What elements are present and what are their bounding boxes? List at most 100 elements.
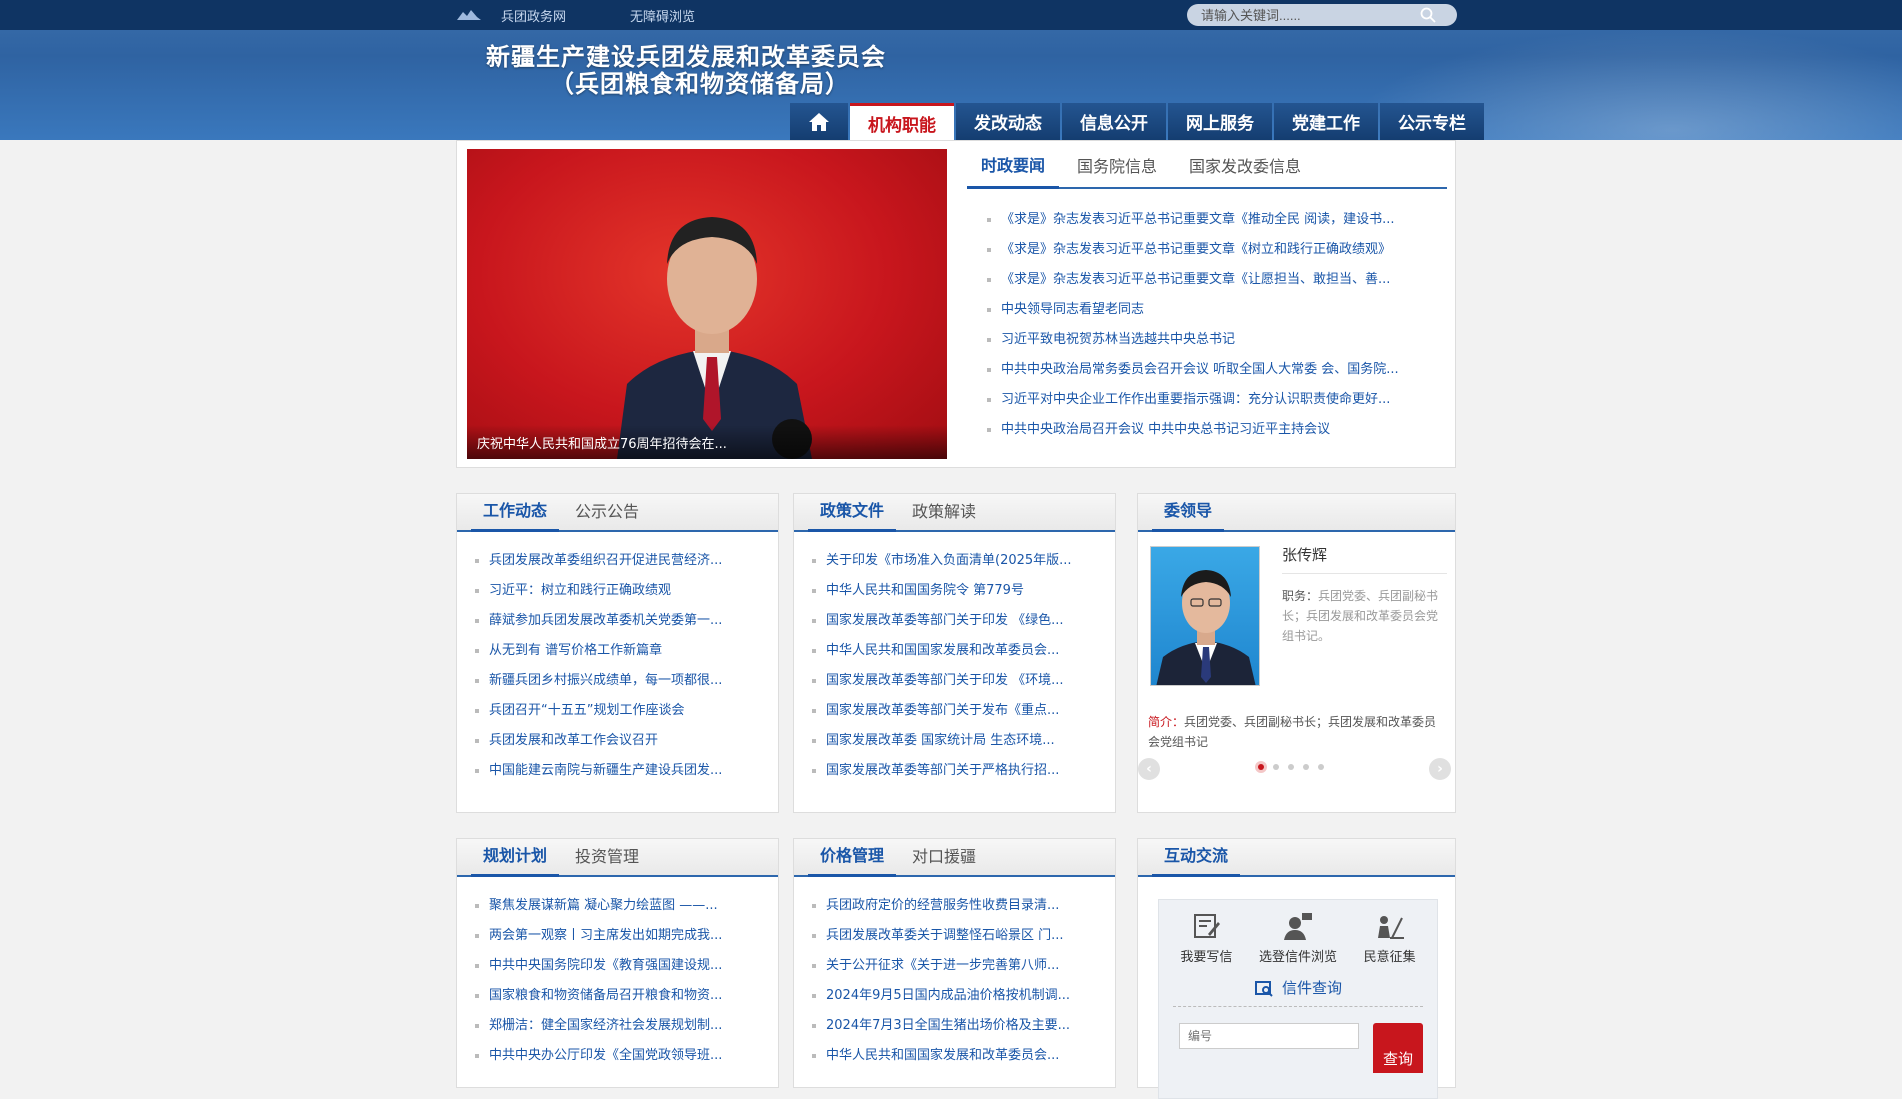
carousel-dot[interactable] [1303, 764, 1309, 770]
featured-section: 庆祝中华人民共和国成立76周年招待会在... 时政要闻 国务院信息 国家发改委信… [456, 140, 1456, 468]
tab-touzi-guanli[interactable]: 投资管理 [563, 843, 651, 875]
list-item[interactable]: 国家发展改革委等部门关于严格执行招... [812, 756, 1101, 786]
plan-tabs: 规划计划 投资管理 [457, 839, 778, 877]
news-tabs: 时政要闻 国务院信息 国家发改委信息 [967, 149, 1447, 189]
list-item[interactable]: 中共中央政治局召开会议 中共中央总书记习近平主持会议 [987, 415, 1431, 445]
list-item[interactable]: 郑栅洁：健全国家经济社会发展规划制... [475, 1011, 764, 1041]
tab-wei-lingdao[interactable]: 委领导 [1152, 497, 1225, 532]
leader-photo[interactable] [1150, 546, 1260, 686]
price-tabs: 价格管理 对口援疆 [794, 839, 1115, 877]
write-letter-button[interactable]: 我要写信 [1180, 910, 1232, 965]
list-item[interactable]: 中华人民共和国国家发展和改革委员会... [812, 1041, 1101, 1071]
nav-jigou-zhineng[interactable]: 机构职能 [850, 103, 954, 140]
featured-caption: 庆祝中华人民共和国成立76周年招待会在... [467, 425, 947, 459]
tab-zhengce-wenjian[interactable]: 政策文件 [808, 497, 897, 532]
link-accessibility[interactable]: 无障碍浏览 [630, 6, 695, 25]
list-item[interactable]: 中华人民共和国国务院令 第779号 [812, 576, 1101, 606]
tab-hudong-jiaoliu[interactable]: 互动交流 [1152, 842, 1241, 877]
list-item[interactable]: 中共中央办公厅印发《全国党政领导班... [475, 1041, 764, 1071]
nav-gongshi-zhuanlan[interactable]: 公示专栏 [1380, 103, 1484, 140]
featured-photo[interactable]: 庆祝中华人民共和国成立76周年招待会在... [467, 149, 947, 459]
bingtuan-logo-icon [457, 10, 481, 20]
list-item[interactable]: 国家粮食和物资储备局召开粮食和物资... [475, 981, 764, 1011]
work-panel: 工作动态 公示公告 兵团发展改革委组织召开促进民营经济... 习近平：树立和践行… [456, 493, 779, 813]
tab-jiage-guanli[interactable]: 价格管理 [808, 842, 897, 877]
list-item[interactable]: 《求是》杂志发表习近平总书记重要文章《推动全民 阅读，建设书... [987, 205, 1431, 235]
tab-shizheng-yaowen[interactable]: 时政要闻 [967, 152, 1060, 189]
site-title-line2: （兵团粮食和物资储备局） [550, 70, 850, 98]
list-item[interactable]: 《求是》杂志发表习近平总书记重要文章《树立和践行正确政绩观》 [987, 235, 1431, 265]
policy-panel: 政策文件 政策解读 关于印发《市场准入负面清单(2025年版... 中华人民共和… [793, 493, 1116, 813]
list-item[interactable]: 习近平对中央企业工作作出重要指示强调：充分认识职责使命更好... [987, 385, 1431, 415]
letter-query-form: 查询 [1159, 1007, 1437, 1073]
letter-code-input[interactable] [1179, 1023, 1359, 1049]
nav-xinxi-gongkai[interactable]: 信息公开 [1062, 103, 1166, 140]
tab-gongshi-gonggao[interactable]: 公示公告 [563, 498, 651, 530]
list-item[interactable]: 新疆兵团乡村振兴成绩单，每一项都很... [475, 666, 764, 696]
list-item[interactable]: 中国能建云南院与新疆生产建设兵团发... [475, 756, 764, 786]
search-icon[interactable] [1417, 4, 1439, 26]
letter-query-label: 信件查询 [1281, 979, 1342, 997]
list-item[interactable]: 兵团政府定价的经营服务性收费目录清... [812, 891, 1101, 921]
list-item[interactable]: 中共中央政治局常务委员会召开会议 听取全国人大常委 会、国务院... [987, 355, 1431, 385]
list-item[interactable]: 国家发展改革委 国家统计局 生态环境... [812, 726, 1101, 756]
list-item[interactable]: 兵团发展和改革工作会议召开 [475, 726, 764, 756]
list-item[interactable]: 习近平致电祝贺苏林当选越共中央总书记 [987, 325, 1431, 355]
leader-intro-label: 简介： [1148, 715, 1185, 729]
carousel-dot[interactable] [1318, 764, 1324, 770]
list-item[interactable]: 2024年9月5日国内成品油价格按机制调... [812, 981, 1101, 1011]
leader-intro: 简介：兵团党委、兵团副秘书长；兵团发展和改革委员会党组书记 [1148, 712, 1448, 752]
list-item[interactable]: 中华人民共和国国家发展和改革委员会... [812, 636, 1101, 666]
list-item[interactable]: 聚焦发展谋新篇 凝心聚力绘蓝图 ——... [475, 891, 764, 921]
search-input[interactable] [1187, 4, 1417, 26]
tab-zhengce-jiedu[interactable]: 政策解读 [900, 498, 988, 530]
list-item[interactable]: 2024年7月3日全国生猪出场价格及主要... [812, 1011, 1101, 1041]
tab-guihua-jihua[interactable]: 规划计划 [471, 842, 560, 877]
public-opinion-icon [1377, 916, 1404, 939]
list-item[interactable]: 从无到有 谱写价格工作新篇章 [475, 636, 764, 666]
browse-letters-button[interactable]: 选登信件浏览 [1259, 910, 1337, 965]
nav-wangshang-fuwu[interactable]: 网上服务 [1168, 103, 1272, 140]
tab-gongzuo-dongtai[interactable]: 工作动态 [471, 497, 560, 532]
list-item[interactable]: 中共中央国务院印发《教育强国建设规... [475, 951, 764, 981]
nav-dangjian-gongzuo[interactable]: 党建工作 [1274, 103, 1378, 140]
policy-tabs: 政策文件 政策解读 [794, 494, 1115, 532]
nav-fagai-dongtai[interactable]: 发改动态 [956, 103, 1060, 140]
carousel-dot[interactable] [1258, 764, 1264, 770]
list-item[interactable]: 关于印发《市场准入负面清单(2025年版... [812, 546, 1101, 576]
list-item[interactable]: 习近平：树立和践行正确政绩观 [475, 576, 764, 606]
list-item[interactable]: 兵团发展改革委组织召开促进民营经济... [475, 546, 764, 576]
list-item[interactable]: 《求是》杂志发表习近平总书记重要文章《让愿担当、敢担当、善... [987, 265, 1431, 295]
plan-list: 聚焦发展谋新篇 凝心聚力绘蓝图 ——... 两会第一观察丨习主席发出如期完成我.… [457, 877, 778, 1071]
list-item[interactable]: 兵团发展改革委关于调整怪石峪景区 门... [812, 921, 1101, 951]
leader-intro-text: 兵团党委、兵团副秘书长；兵团发展和改革委员会党组书记 [1148, 715, 1437, 749]
chevron-right-icon[interactable]: › [1429, 758, 1451, 780]
tab-guowuyuan-xinxi[interactable]: 国务院信息 [1063, 153, 1171, 187]
list-item[interactable]: 兵团召开“十五五”规划工作座谈会 [475, 696, 764, 726]
search-box [1187, 4, 1457, 26]
carousel-dot[interactable] [1273, 764, 1279, 770]
tab-duikou-yuanjiang[interactable]: 对口援疆 [900, 843, 988, 875]
write-letter-icon [1194, 914, 1221, 938]
query-button[interactable]: 查询 [1373, 1023, 1423, 1073]
letter-query-link[interactable]: 信件查询 [1173, 977, 1423, 1007]
interact-actions: 我要写信 选登信件浏览 民意征集 [1159, 900, 1437, 965]
list-item[interactable]: 薛斌参加兵团发展改革委机关党委第一... [475, 606, 764, 636]
tab-guojia-fagaiwei-xinxi[interactable]: 国家发改委信息 [1175, 153, 1315, 187]
write-letter-label: 我要写信 [1180, 950, 1233, 965]
price-list: 兵团政府定价的经营服务性收费目录清... 兵团发展改革委关于调整怪石峪景区 门.… [794, 877, 1115, 1071]
site-title-line1: 新疆生产建设兵团发展和改革委员会 [486, 43, 886, 71]
list-item[interactable]: 国家发展改革委等部门关于印发 《环境... [812, 666, 1101, 696]
leader-duty: 职务：兵团党委、兵团副秘书长；兵团发展和改革委员会党组书记。 [1282, 586, 1447, 646]
list-item[interactable]: 国家发展改革委等部门关于发布《重点... [812, 696, 1101, 726]
list-item[interactable]: 国家发展改革委等部门关于印发 《绿色... [812, 606, 1101, 636]
list-item[interactable]: 中央领导同志看望老同志 [987, 295, 1431, 325]
leader-name[interactable]: 张传辉 [1282, 544, 1447, 574]
nav-home[interactable] [790, 103, 848, 140]
public-opinion-button[interactable]: 民意征集 [1364, 910, 1416, 965]
list-item[interactable]: 两会第一观察丨习主席发出如期完成我... [475, 921, 764, 951]
link-bingtuan-gov[interactable]: 兵团政务网 [501, 6, 566, 25]
carousel-dot[interactable] [1288, 764, 1294, 770]
list-item[interactable]: 关于公开征求《关于进一步完善第八师... [812, 951, 1101, 981]
chevron-left-icon[interactable]: ‹ [1138, 758, 1160, 780]
